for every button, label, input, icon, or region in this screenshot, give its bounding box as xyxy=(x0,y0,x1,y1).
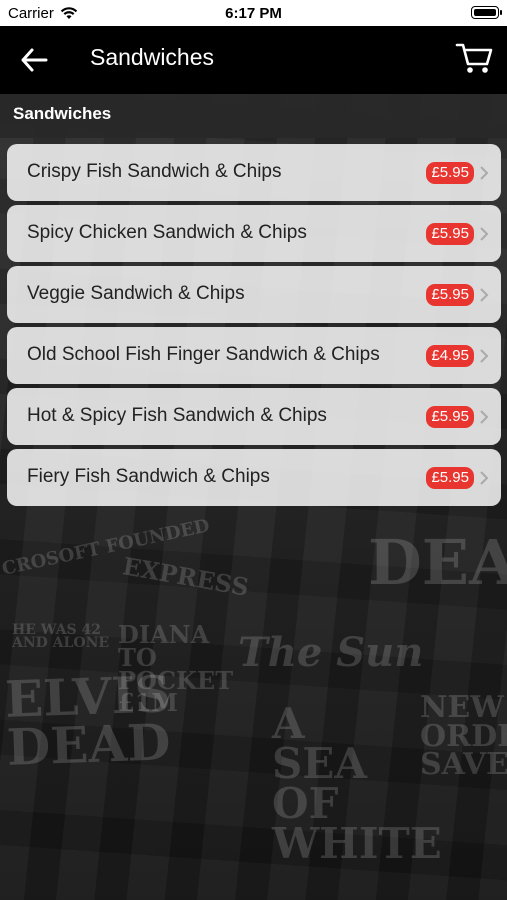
chevron-right-icon xyxy=(480,349,489,363)
menu-item-name: Fiery Fish Sandwich & Chips xyxy=(27,466,270,487)
price-badge: £5.95 xyxy=(426,162,474,184)
menu-item[interactable]: Fiery Fish Sandwich & Chips £5.95 xyxy=(7,449,501,506)
status-bar: Carrier 6:17 PM xyxy=(0,0,507,26)
menu-item[interactable]: Crispy Fish Sandwich & Chips £5.95 xyxy=(7,144,501,201)
bg-headline: DEA xyxy=(368,526,507,599)
menu-item[interactable]: Spicy Chicken Sandwich & Chips £5.95 xyxy=(7,205,501,262)
menu-item[interactable]: Veggie Sandwich & Chips £5.95 xyxy=(7,266,501,323)
menu-item-name: Old School Fish Finger Sandwich & Chips xyxy=(27,344,380,365)
chevron-right-icon xyxy=(480,166,489,180)
chevron-right-icon xyxy=(480,227,489,241)
bg-headline: A SEA OF WHITE xyxy=(272,699,442,868)
navbar: Sandwiches xyxy=(0,26,507,94)
price-badge: £5.95 xyxy=(426,284,474,306)
menu-list: Crispy Fish Sandwich & Chips £5.95 Spicy… xyxy=(7,144,501,510)
chevron-right-icon xyxy=(480,288,489,302)
clock: 6:17 PM xyxy=(225,5,282,22)
bg-headline: EXPRESS xyxy=(120,551,252,602)
menu-item[interactable]: Old School Fish Finger Sandwich & Chips … xyxy=(7,327,501,384)
back-arrow-icon[interactable] xyxy=(18,46,52,74)
menu-item-name: Spicy Chicken Sandwich & Chips xyxy=(27,222,307,243)
bg-headline: ELVIS DEAD xyxy=(4,664,172,777)
price-badge: £5.95 xyxy=(426,406,474,428)
cart-icon[interactable] xyxy=(455,40,493,76)
section-header: Sandwiches xyxy=(0,94,507,138)
menu-item-name: Crispy Fish Sandwich & Chips xyxy=(27,161,282,182)
menu-item[interactable]: Hot & Spicy Fish Sandwich & Chips £5.95 xyxy=(7,388,501,445)
page-title: Sandwiches xyxy=(90,44,215,70)
battery-icon xyxy=(471,6,502,19)
bg-headline: The Sun xyxy=(238,629,424,676)
price-badge: £4.95 xyxy=(426,345,474,367)
menu-item-name: Hot & Spicy Fish Sandwich & Chips xyxy=(27,405,327,426)
chevron-right-icon xyxy=(480,471,489,485)
bg-headline: HE WAS 42 AND ALONE xyxy=(12,622,110,652)
chevron-right-icon xyxy=(480,410,489,424)
price-badge: £5.95 xyxy=(426,467,474,489)
price-badge: £5.95 xyxy=(426,223,474,245)
bg-headline: NEW ORDE SAVE xyxy=(420,690,507,782)
menu-item-name: Veggie Sandwich & Chips xyxy=(27,283,245,304)
section-title: Sandwiches xyxy=(13,104,112,123)
bg-headline: DIANA TO POCKET £1M xyxy=(118,620,234,718)
